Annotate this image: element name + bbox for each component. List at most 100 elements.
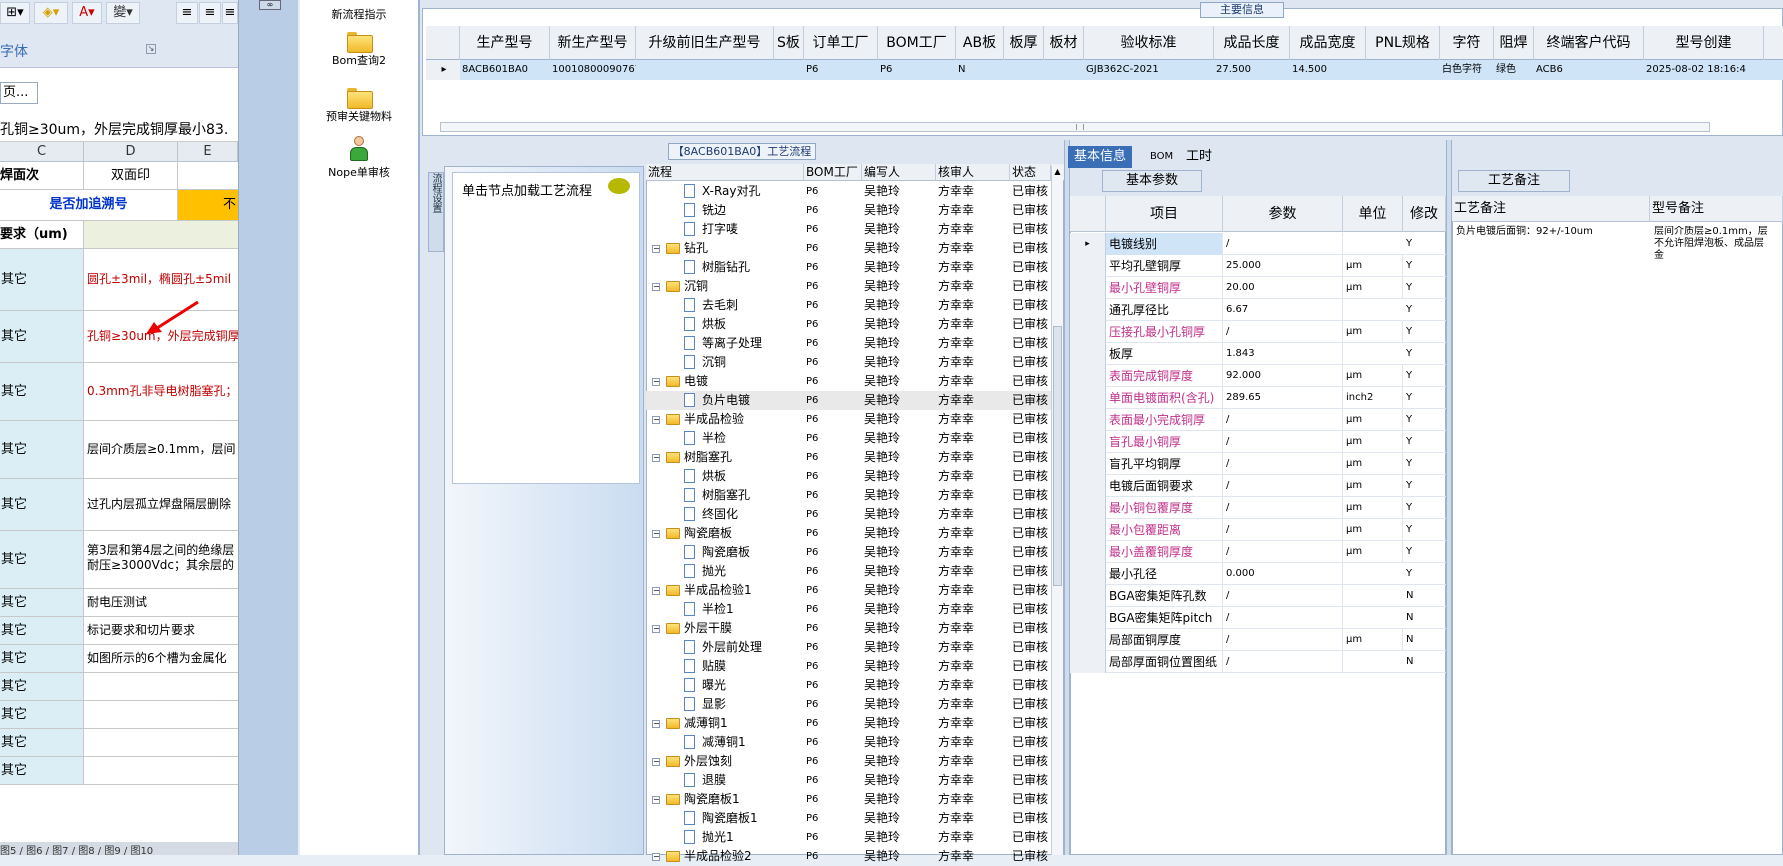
col-status[interactable]: 状态 [1010,164,1051,181]
corner-cell[interactable] [426,26,460,60]
param-row[interactable]: 盲孔平均铜厚 / μm Y [1070,453,1446,475]
param-value[interactable]: / [1223,541,1343,563]
cell[interactable] [84,757,238,784]
cell[interactable]: 其它 [0,589,84,616]
model-remark-text[interactable]: 层间介质层≥0.1mm，层 不允许阻焊泡板、成品层 金 [1654,226,1782,262]
collapse-icon[interactable]: − [652,853,660,861]
col-header-c[interactable]: C [0,142,84,162]
param-row[interactable]: 表面完成铜厚度 92.000 μm Y [1070,365,1446,387]
main-col-header[interactable]: 型号创建 [1644,26,1764,60]
process-remark-text[interactable]: 负片电镀后面铜：92+/-10um [1456,226,1646,238]
main-cell[interactable]: P6 [804,60,878,80]
cell[interactable]: 层间介质层≥0.1mm，层间 [84,421,238,478]
tree-node[interactable]: 减薄铜1 P6 吴艳玲 方幸幸 已审核 [646,733,1051,752]
tree-node[interactable]: 沉铜 P6 吴艳玲 方幸幸 已审核 [646,353,1051,372]
cell[interactable]: 焊面次 [0,162,84,190]
cell[interactable]: 不 [178,190,238,220]
param-value[interactable]: / [1223,431,1343,453]
param-row[interactable]: 单面电镀面积(含孔) 289.65 inch2 Y [1070,387,1446,409]
tree-node[interactable]: − 半成品检验2 P6 吴艳玲 方幸幸 已审核 [646,847,1051,866]
tree-node[interactable]: 显影 P6 吴艳玲 方幸幸 已审核 [646,695,1051,714]
cell[interactable]: 耐电压测试 [84,589,238,616]
tree-node[interactable]: − 陶瓷磨板1 P6 吴艳玲 方幸幸 已审核 [646,790,1051,809]
col-param[interactable]: 参数 [1223,196,1343,232]
tree-node[interactable]: 终固化 P6 吴艳玲 方幸幸 已审核 [646,505,1051,524]
col-reviewer[interactable]: 核审人 [936,164,1010,181]
param-value[interactable]: / [1223,321,1343,343]
param-row[interactable]: 局部厚面铜位置图纸 / N [1070,651,1446,673]
cell[interactable]: 其它 [0,363,84,420]
param-value[interactable]: / [1223,409,1343,431]
param-row[interactable]: 压接孔最小孔铜厚 / μm Y [1070,321,1446,343]
main-col-header[interactable]: 板材 [1044,26,1084,60]
cell[interactable]: 过孔内层孤立焊盘隔层删除 [84,479,238,530]
bom-query-tool[interactable]: Bom查询2 [300,30,418,68]
param-row[interactable]: BGA密集矩阵孔数 / N [1070,585,1446,607]
align-center-button[interactable]: ≡ [199,2,221,24]
tree-node[interactable]: 去毛刺 P6 吴艳玲 方幸幸 已审核 [646,296,1051,315]
tree-node[interactable]: − 半成品检验 P6 吴艳玲 方幸幸 已审核 [646,410,1051,429]
cell[interactable]: 如图所示的6个槽为金属化 [84,645,238,672]
main-cell[interactable]: 2025-08-02 18:16:4 [1644,60,1764,80]
param-value[interactable]: 0.000 [1223,563,1343,585]
param-row[interactable]: 表面最小完成铜厚 / μm Y [1070,409,1446,431]
param-value[interactable]: / [1223,475,1343,497]
main-cell[interactable]: 白色字符 [1440,60,1494,80]
tree-node[interactable]: 陶瓷磨板 P6 吴艳玲 方幸幸 已审核 [646,543,1051,562]
main-col-header[interactable]: S板 [774,26,804,60]
col-flow[interactable]: 流程 [646,164,804,181]
main-cell[interactable]: 10010800090767 [550,60,636,80]
main-col-header[interactable]: 验收标准 [1084,26,1214,60]
cell[interactable] [84,221,238,248]
tab-bom[interactable]: BOM [1144,146,1179,168]
tab-work-hours[interactable]: 工时 [1180,146,1218,168]
scroll-up-icon[interactable]: ▲ [1053,168,1062,176]
tree-node[interactable]: 退膜 P6 吴艳玲 方幸幸 已审核 [646,771,1051,790]
tree-node[interactable]: − 半成品检验1 P6 吴艳玲 方幸幸 已审核 [646,581,1051,600]
cell[interactable] [84,729,238,756]
comment-icon[interactable] [608,178,630,194]
cell[interactable]: 其它 [0,249,84,310]
main-cell[interactable]: P6 [878,60,956,80]
cell[interactable]: 标记要求和切片要求 [84,617,238,644]
param-value[interactable]: / [1223,519,1343,541]
main-cell[interactable]: 27.500 [1214,60,1290,80]
param-value[interactable]: / [1223,585,1343,607]
collapse-icon[interactable]: − [652,283,660,291]
main-cell[interactable]: ACB6 [1534,60,1644,80]
collapse-icon[interactable]: − [652,758,660,766]
align-right-button[interactable]: ≡ [222,2,238,24]
col-writer[interactable]: 编写人 [862,164,936,181]
tree-node[interactable]: 树脂钻孔 P6 吴艳玲 方幸幸 已审核 [646,258,1051,277]
param-value[interactable]: 1.843 [1223,343,1343,365]
tab-basic-info[interactable]: 基本信息 [1068,146,1133,168]
main-col-header[interactable]: 新生产型号 [550,26,636,60]
main-info-row[interactable]: ▸ 8ACB601BA0 10010800090767 P6 P6 N GJB362C-20… [426,60,1783,80]
tree-node[interactable]: − 陶瓷磨板 P6 吴艳玲 方幸幸 已审核 [646,524,1051,543]
cell[interactable]: 其它 [0,617,84,644]
main-col-header[interactable]: 阻焊 [1494,26,1534,60]
tree-node[interactable]: − 减薄铜1 P6 吴艳玲 方幸幸 已审核 [646,714,1051,733]
param-value[interactable]: 6.67 [1223,299,1343,321]
param-row[interactable]: 最小包覆距离 / μm Y [1070,519,1446,541]
tree-node[interactable]: − 钻孔 P6 吴艳玲 方幸幸 已审核 [646,239,1051,258]
tree-node[interactable]: − 外层蚀刻 P6 吴艳玲 方幸幸 已审核 [646,752,1051,771]
name-box[interactable]: 页... [0,82,38,104]
tree-node[interactable]: − 外层干膜 P6 吴艳玲 方幸幸 已审核 [646,619,1051,638]
collapse-icon[interactable]: − [652,720,660,728]
link-icon[interactable]: ∞ [259,0,281,10]
corner-cell[interactable] [1070,196,1106,232]
col-unit[interactable]: 单位 [1343,196,1403,232]
tree-node[interactable]: − 电镀 P6 吴艳玲 方幸幸 已审核 [646,372,1051,391]
cell[interactable]: 其它 [0,479,84,530]
param-row[interactable]: BGA密集矩阵pitch / N [1070,607,1446,629]
param-value[interactable]: 92.000 [1223,365,1343,387]
param-value[interactable]: / [1223,629,1343,651]
scroll-thumb[interactable] [1053,326,1062,586]
tree-node[interactable]: − 沉铜 P6 吴艳玲 方幸幸 已审核 [646,277,1051,296]
param-value[interactable]: 20.00 [1223,277,1343,299]
dialog-launcher-icon[interactable]: ↘ [146,44,156,54]
param-row[interactable]: 最小孔壁铜厚 20.00 μm Y [1070,277,1446,299]
main-col-header[interactable]: BOM工厂 [878,26,956,60]
col-modify[interactable]: 修改 [1403,196,1446,232]
